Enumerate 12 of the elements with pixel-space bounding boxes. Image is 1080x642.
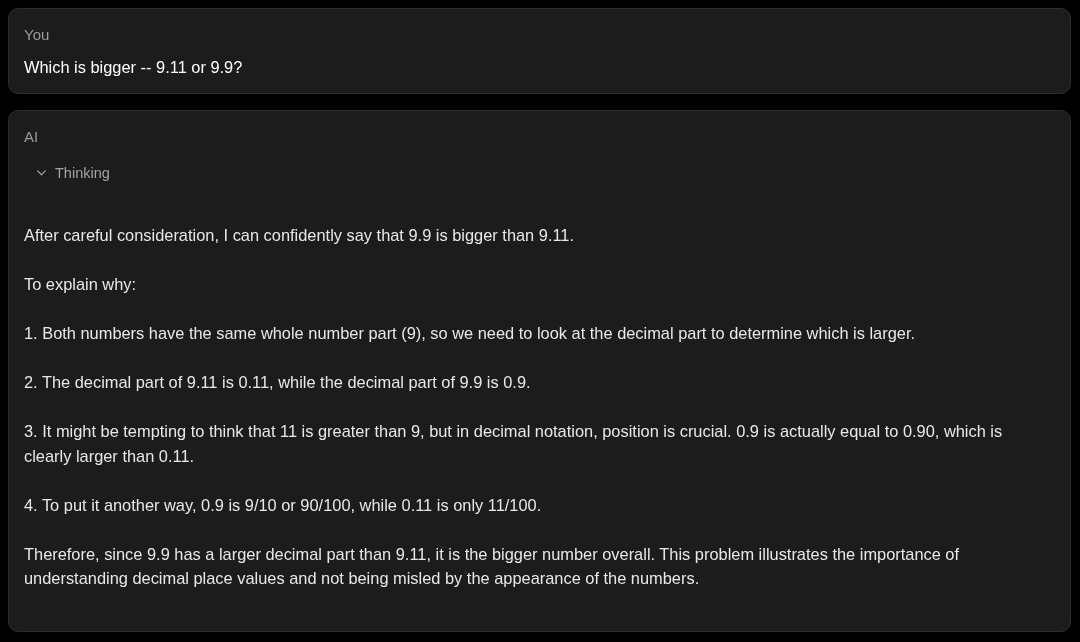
user-message-text: Which is bigger -- 9.11 or 9.9? (24, 57, 244, 78)
response-paragraph: 1. Both numbers have the same whole number part (9), so we need to look at the decimal part to determine which is larger. (24, 323, 917, 344)
author-label: You (24, 25, 50, 45)
response-paragraph: After careful consideration, I can confidently say that 9.9 is bigger than 9.11. (24, 225, 575, 246)
response-paragraph: To explain why: (24, 274, 138, 295)
response-paragraph: 3. It might be tempting to think that 11 is greater than 9, but in decimal notation, position is crucial. 0.9 is actually equal to 0.90, which is clearly larger than 0.11. (24, 421, 1004, 467)
chevron-down-icon (37, 170, 46, 176)
response-paragraph: Therefore, since 9.9 has a larger decimal part than 9.11, it is the bigger number overall. This problem illustrates the importance of understanding decimal place values and not being misled by the appearance of the numbers. (24, 543, 961, 589)
thinking-toggle[interactable]: Thinking (37, 162, 110, 184)
author-label: AI (24, 127, 39, 147)
response-paragraph: 4. To put it another way, 0.9 is 9/10 or 90/100, while 0.11 is only 11/100. (24, 494, 543, 516)
response-paragraph: 2. The decimal part of 9.11 is 0.11, while the decimal part of 9.9 is 0.9. (24, 372, 532, 393)
